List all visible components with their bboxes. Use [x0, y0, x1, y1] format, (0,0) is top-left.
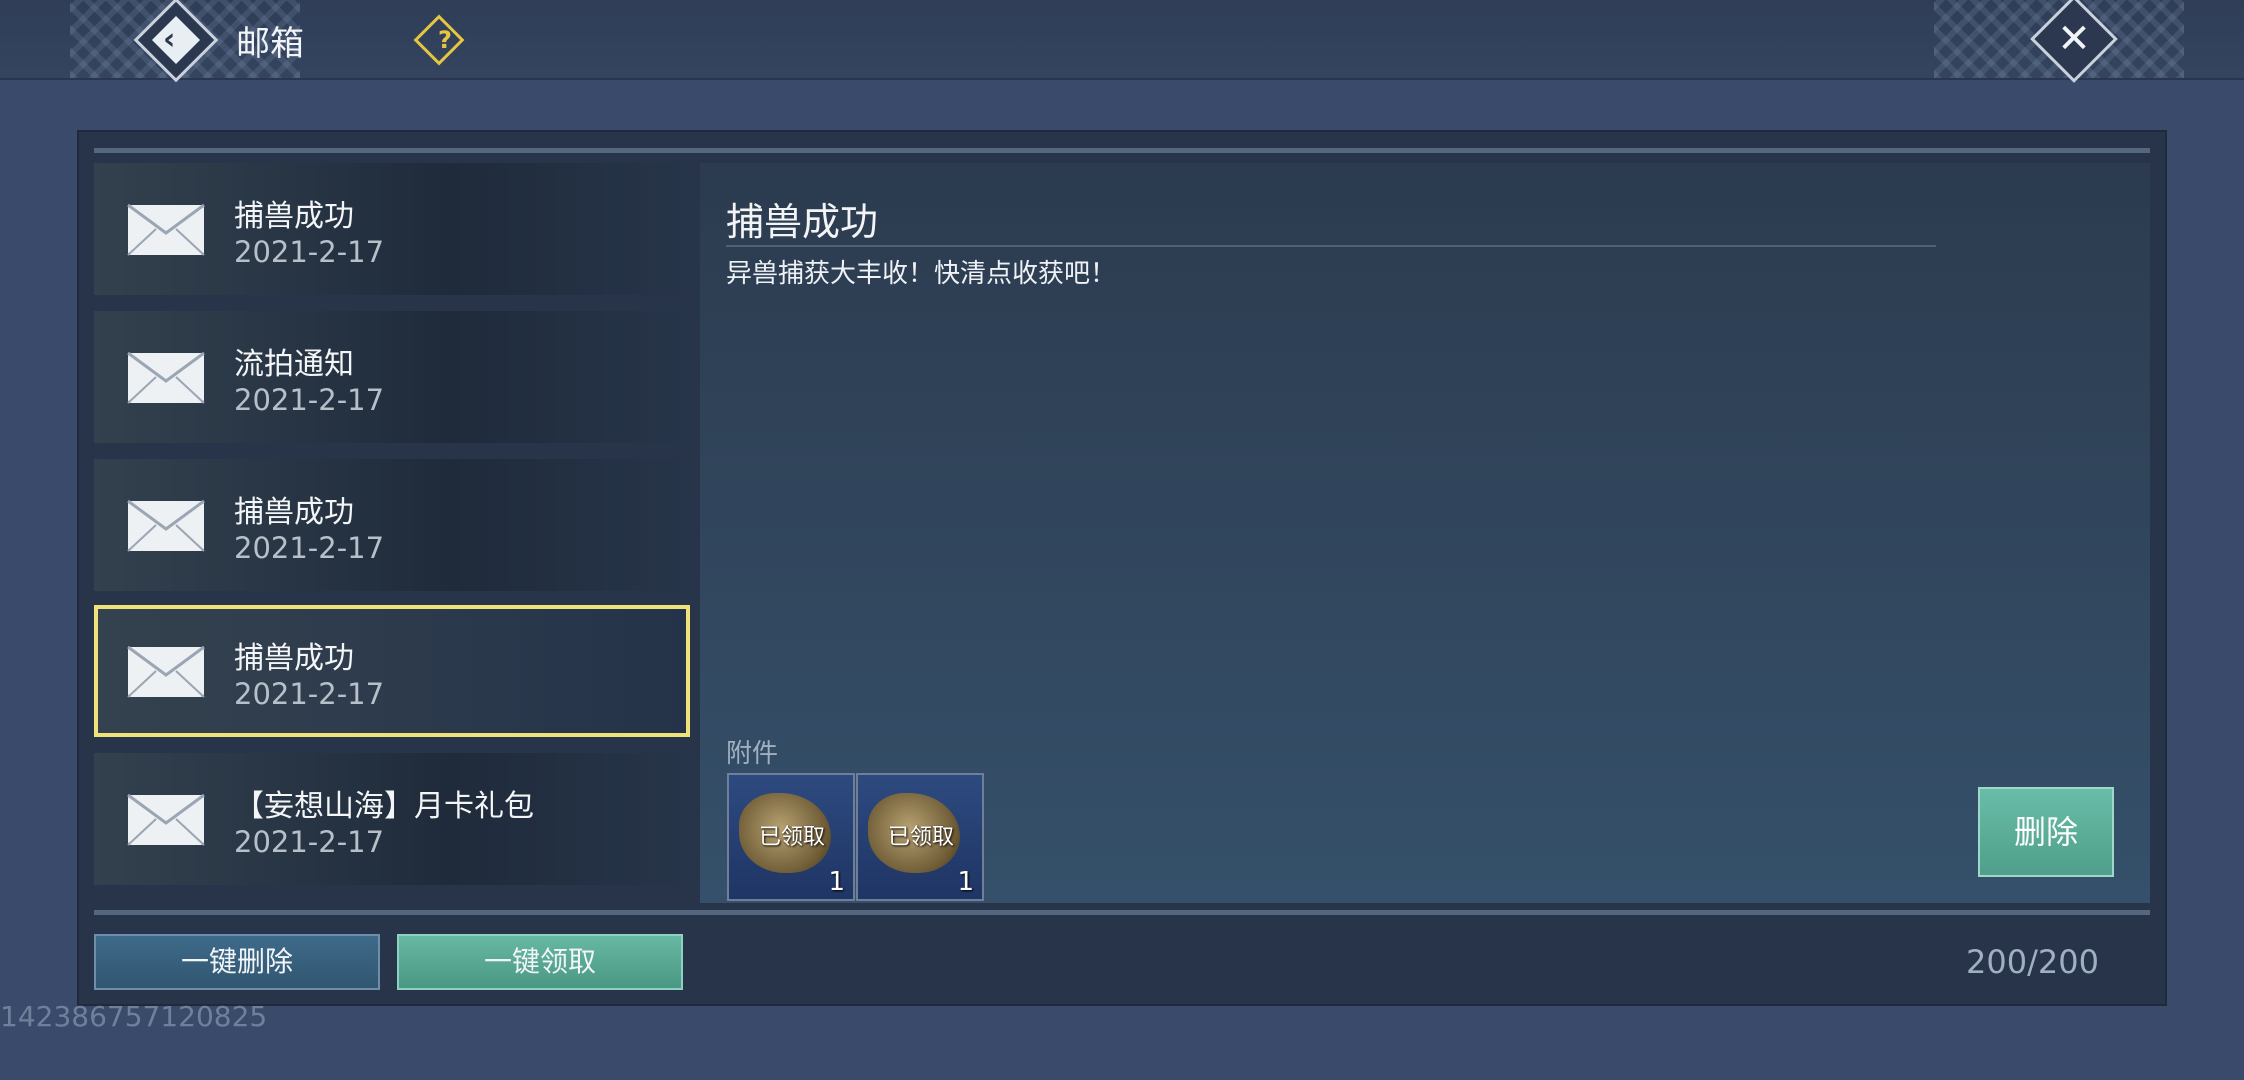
- attachments-label: 附件: [726, 739, 779, 769]
- mail-list[interactable]: 捕兽成功 2021-2-17 流拍通知 2021-2-17 捕兽成功 2021-…: [94, 163, 690, 903]
- envelope-icon: [127, 793, 205, 846]
- list-item[interactable]: 流拍通知 2021-2-17: [94, 311, 690, 443]
- mail-date: 2021-2-17: [234, 825, 385, 859]
- mail-detail: 捕兽成功 异兽捕获大丰收！快清点收获吧！ 附件 已领取 1 已领取 1 删除: [700, 163, 2150, 903]
- close-icon: ✕: [2057, 16, 2091, 62]
- help-icon: ?: [438, 26, 452, 54]
- mail-date: 2021-2-17: [234, 383, 385, 417]
- delete-all-button[interactable]: 一键删除: [94, 934, 380, 990]
- item-quantity: 1: [828, 867, 845, 897]
- mail-count: 200/200: [1966, 943, 2099, 981]
- envelope-icon: [127, 645, 205, 698]
- mail-title: 捕兽成功: [234, 641, 354, 676]
- envelope-icon: [127, 203, 205, 256]
- item-quantity: 1: [957, 867, 974, 897]
- page-title: 邮箱: [236, 24, 304, 64]
- list-item-selected[interactable]: 捕兽成功 2021-2-17: [94, 605, 690, 737]
- detail-title: 捕兽成功: [726, 200, 879, 244]
- mail-date: 2021-2-17: [234, 235, 385, 269]
- mail-date: 2021-2-17: [234, 677, 385, 711]
- mail-title: 捕兽成功: [234, 495, 354, 530]
- detail-body: 异兽捕获大丰收！快清点收获吧！: [726, 259, 1117, 289]
- list-item[interactable]: 捕兽成功 2021-2-17: [94, 163, 690, 295]
- attachment-item[interactable]: 已领取 1: [727, 773, 855, 901]
- mail-title: 【妄想山海】月卡礼包: [234, 789, 534, 824]
- mail-title: 流拍通知: [234, 347, 354, 382]
- divider: [94, 148, 2150, 153]
- user-id: 142386757120825: [0, 1000, 268, 1033]
- claim-all-button[interactable]: 一键领取: [397, 934, 683, 990]
- mail-date: 2021-2-17: [234, 531, 385, 565]
- claimed-tag: 已领取: [888, 825, 955, 850]
- top-bar: [0, 0, 2244, 80]
- attachment-item[interactable]: 已领取 1: [856, 773, 984, 901]
- divider: [94, 910, 2150, 915]
- envelope-icon: [127, 499, 205, 552]
- envelope-icon: [127, 351, 205, 404]
- list-item[interactable]: 【妄想山海】月卡礼包 2021-2-17: [94, 753, 690, 885]
- delete-button[interactable]: 删除: [1978, 787, 2114, 877]
- divider: [726, 245, 1936, 247]
- claimed-tag: 已领取: [759, 825, 826, 850]
- back-arrow-icon: ‹: [163, 22, 176, 57]
- list-item[interactable]: 捕兽成功 2021-2-17: [94, 459, 690, 591]
- mail-title: 捕兽成功: [234, 199, 354, 234]
